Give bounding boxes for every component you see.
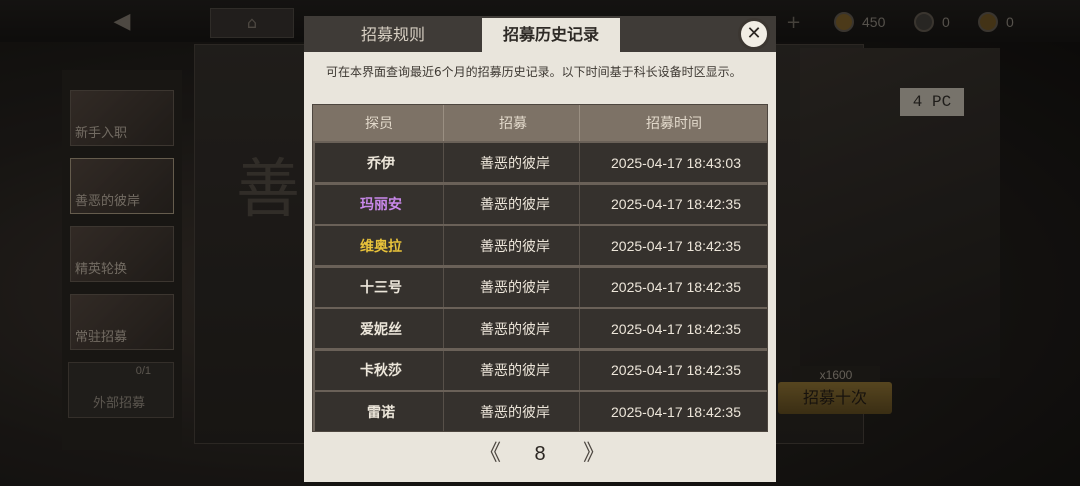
table-row: 维奥拉 善恶的彼岸 2025-04-17 18:42:35 [315, 226, 767, 265]
header-agent: 探员 [365, 116, 393, 132]
column-divider [443, 143, 444, 182]
column-divider [443, 267, 444, 307]
agent-name: 乔伊 [367, 155, 395, 172]
prev-page-icon[interactable]: 《 [476, 440, 504, 468]
table-header: 探员 招募 招募时间 [313, 105, 767, 141]
recruit-time: 2025-04-17 18:42:35 [611, 237, 741, 254]
recruit-time: 2025-04-17 18:43:03 [611, 154, 741, 171]
page-number: 8 [534, 443, 546, 465]
column-divider [443, 309, 444, 348]
table-row: 玛丽安 善恶的彼岸 2025-04-17 18:42:35 [315, 184, 767, 224]
recruit-time: 2025-04-17 18:42:35 [611, 320, 741, 337]
column-divider [443, 184, 444, 224]
recruit-history-modal: 招募规则 招募历史记录 可在本界面查询最近6个月的招募历史记录。以下时间基于科长… [304, 16, 776, 482]
column-divider [579, 267, 580, 307]
table-row: 卡秋莎 善恶的彼岸 2025-04-17 18:42:35 [315, 350, 767, 390]
table-row: 乔伊 善恶的彼岸 2025-04-17 18:43:03 [315, 143, 767, 182]
recruit-banner-name: 善恶的彼岸 [480, 404, 550, 421]
recruit-banner-name: 善恶的彼岸 [480, 321, 550, 338]
pagination: 《 8 》 [304, 434, 776, 474]
table-row: 爱妮丝 善恶的彼岸 2025-04-17 18:42:35 [315, 309, 767, 348]
column-divider [579, 184, 580, 224]
recruit-banner-name: 善恶的彼岸 [480, 238, 550, 255]
column-divider [443, 392, 444, 431]
history-table: 探员 招募 招募时间 乔伊 善恶的彼岸 2025-04-17 18:43:03 玛丽安… [312, 104, 768, 432]
agent-name: 爱妮丝 [360, 321, 402, 338]
column-divider [579, 105, 580, 141]
history-description: 可在本界面查询最近6个月的招募历史记录。以下时间基于科长设备时区显示。 [326, 65, 742, 79]
recruit-banner-name: 善恶的彼岸 [480, 280, 550, 296]
agent-name: 卡秋莎 [360, 363, 402, 379]
column-divider [579, 226, 580, 265]
column-divider [443, 350, 444, 390]
table-row: 雷诺 善恶的彼岸 2025-04-17 18:42:35 [315, 392, 767, 431]
column-divider [443, 226, 444, 265]
agent-name: 玛丽安 [360, 197, 402, 213]
column-divider [579, 309, 580, 348]
tab-recruit-history[interactable]: 招募历史记录 [482, 18, 620, 52]
column-divider [579, 392, 580, 431]
recruit-banner-name: 善恶的彼岸 [480, 363, 550, 379]
tab-recruit-rules[interactable]: 招募规则 [304, 18, 482, 52]
recruit-time: 2025-04-17 18:42:35 [611, 279, 741, 295]
next-page-icon[interactable]: 》 [580, 440, 608, 468]
recruit-time: 2025-04-17 18:42:35 [611, 362, 741, 378]
close-icon[interactable]: ✕ [738, 18, 770, 50]
agent-name: 雷诺 [367, 404, 395, 421]
column-divider [579, 350, 580, 390]
recruit-banner-name: 善恶的彼岸 [480, 197, 550, 213]
column-divider [443, 105, 444, 141]
recruit-time: 2025-04-17 18:42:35 [611, 196, 741, 212]
header-time: 招募时间 [646, 116, 702, 132]
recruit-banner-name: 善恶的彼岸 [480, 155, 550, 172]
recruit-time: 2025-04-17 18:42:35 [611, 403, 741, 420]
modal-tabs: 招募规则 招募历史记录 [304, 16, 776, 52]
column-divider [579, 143, 580, 182]
agent-name: 十三号 [360, 280, 402, 296]
header-recruit: 招募 [499, 116, 527, 132]
table-row: 十三号 善恶的彼岸 2025-04-17 18:42:35 [315, 267, 767, 307]
agent-name: 维奥拉 [360, 238, 402, 255]
